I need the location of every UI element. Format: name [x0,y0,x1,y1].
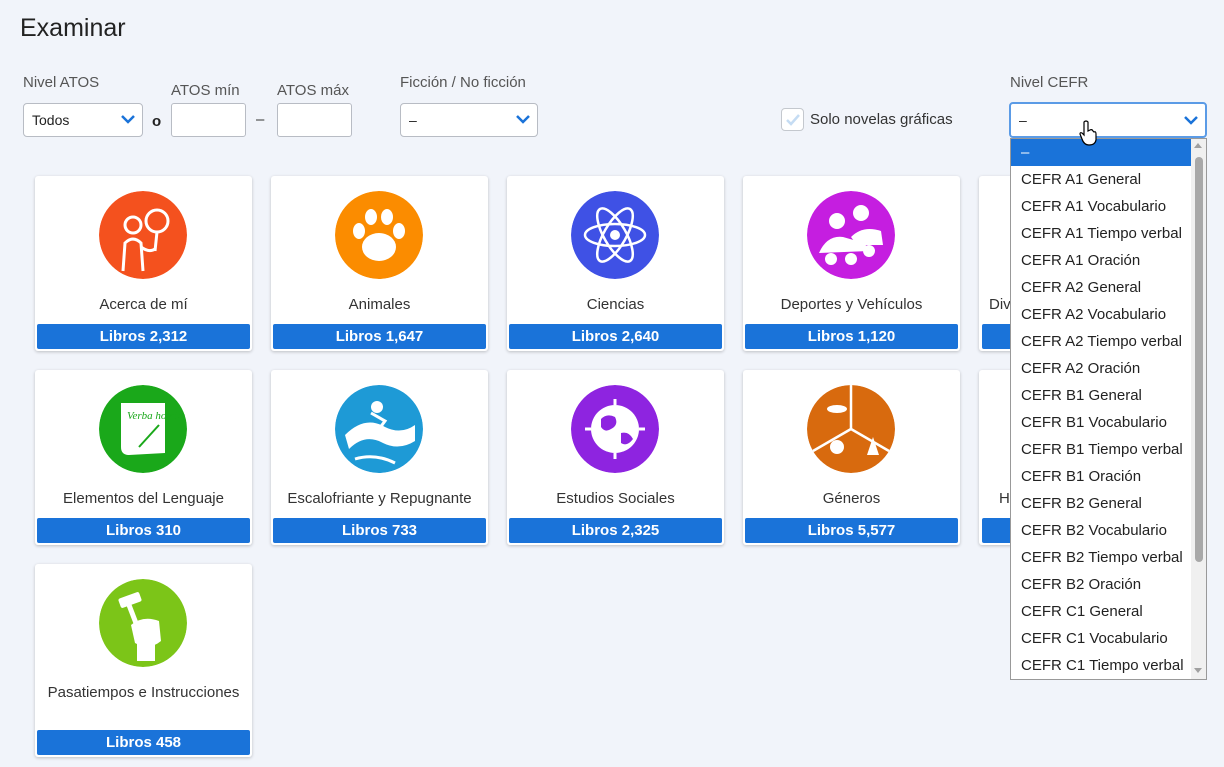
atos-max-label: ATOS máx [277,82,349,99]
category-name: Acerca de mí [99,296,188,313]
cefr-value: – [1019,112,1027,128]
category-card-deportes-y-vehiculos[interactable]: Deportes y Vehículos Libros 1,120 [743,176,960,351]
scroll-down-icon[interactable] [1194,668,1202,673]
cefr-option[interactable]: CEFR A1 General [1011,166,1192,193]
page-title: Examinar [20,14,126,42]
scroll-up-icon[interactable] [1194,143,1202,148]
category-count: Libros 5,577 [745,518,958,543]
cefr-option[interactable]: CEFR B2 Vocabulario [1011,517,1192,544]
cefr-select[interactable]: – [1009,102,1207,138]
cefr-dropdown-list[interactable]: – CEFR A1 General CEFR A1 Vocabulario CEFR … [1010,138,1207,680]
category-name: Géneros [822,490,881,507]
cefr-option[interactable]: CEFR B1 Oración [1011,463,1192,490]
atos-level-label: Nivel ATOS [23,74,100,91]
category-name: Ciencias [586,296,645,313]
cefr-option[interactable]: CEFR A1 Vocabulario [1011,193,1192,220]
cefr-option[interactable]: CEFR C1 General [1011,598,1192,625]
scroll-text: Verba hominum [127,410,187,422]
category-card-pasatiempos-e-instrucciones[interactable]: Pasatiempos e Instrucciones Libros 458 [35,564,252,757]
category-name: Pasatiempos e Instrucciones [47,684,240,701]
atos-min-label: ATOS mín [171,82,240,99]
cefr-option[interactable]: CEFR A2 Vocabulario [1011,301,1192,328]
scroll-quill-icon: Verba hominum [99,385,187,473]
category-card-animales[interactable]: Animales Libros 1,647 [271,176,488,351]
cefr-option[interactable]: CEFR C1 Vocabulario [1011,625,1192,652]
cefr-option[interactable]: CEFR A2 Oración [1011,355,1192,382]
category-count: Libros 733 [273,518,486,543]
cefr-option[interactable]: CEFR C1 Tiempo verbal [1011,652,1192,679]
atos-min-input[interactable] [171,103,246,137]
category-count: Libros 458 [37,730,250,755]
graphic-novels-option[interactable]: Solo novelas gráficas [781,108,953,131]
cefr-option[interactable]: – [1011,139,1192,166]
category-count: Libros 1,120 [745,324,958,349]
category-card-ciencias[interactable]: Ciencias Libros 2,640 [507,176,724,351]
chevron-down-icon [1184,116,1198,125]
hammer-fist-icon [99,579,187,667]
graphic-novels-checkbox[interactable] [781,108,804,131]
category-name: Escalofriante y Repugnante [287,490,472,507]
scroll-thumb[interactable] [1195,157,1203,562]
fiction-value: – [409,112,417,128]
category-name: Estudios Sociales [556,490,675,507]
atos-max-input[interactable] [277,103,352,137]
category-count: Libros 2,312 [37,324,250,349]
graphic-novels-label: Solo novelas gráficas [810,111,953,128]
paw-icon [335,191,423,279]
slime-slide-icon [335,385,423,473]
cefr-option[interactable]: CEFR B1 General [1011,382,1192,409]
category-card-generos[interactable]: Géneros Libros 5,577 [743,370,960,545]
hand-cursor-icon [1079,120,1097,146]
cefr-option[interactable]: CEFR B1 Vocabulario [1011,409,1192,436]
person-magnifier-icon [99,191,187,279]
category-count: Libros 310 [37,518,250,543]
category-count: Libros 1,647 [273,324,486,349]
category-card-acerca-de-mi[interactable]: Acerca de mí Libros 2,312 [35,176,252,351]
cefr-label: Nivel CEFR [1010,74,1089,91]
category-name: Deportes y Vehículos [780,296,923,313]
cefr-option[interactable]: CEFR A1 Tiempo verbal [1011,220,1192,247]
cefr-options: – CEFR A1 General CEFR A1 Vocabulario CEFR … [1011,139,1206,679]
or-separator: o [152,113,162,130]
category-card-estudios-sociales[interactable]: Estudios Sociales Libros 2,325 [507,370,724,545]
range-dash: – [256,111,265,128]
chevron-down-icon [121,115,135,124]
cefr-option[interactable]: CEFR B1 Tiempo verbal [1011,436,1192,463]
fiction-label: Ficción / No ficción [400,74,526,91]
category-count: Libros 2,325 [509,518,722,543]
chevron-down-icon [516,115,530,124]
atos-level-value: Todos [32,112,70,128]
cefr-option[interactable]: CEFR B2 General [1011,490,1192,517]
fiction-select[interactable]: – [400,103,538,137]
cefr-option[interactable]: CEFR A2 Tiempo verbal [1011,328,1192,355]
genres-icon [807,385,895,473]
cefr-option[interactable]: CEFR B2 Oración [1011,571,1192,598]
dropdown-scrollbar[interactable] [1191,139,1206,679]
category-card-elementos-del-lenguaje[interactable]: Verba hominum Elementos del Lenguaje Lib… [35,370,252,545]
cefr-option[interactable]: CEFR B2 Tiempo verbal [1011,544,1192,571]
category-card-escalofriante-y-repugnante[interactable]: Escalofriante y Repugnante Libros 733 [271,370,488,545]
category-count: Libros 2,640 [509,324,722,349]
race-car-icon [807,191,895,279]
cefr-option[interactable]: CEFR A2 General [1011,274,1192,301]
category-name: Elementos del Lenguaje [63,490,224,507]
atos-level-select[interactable]: Todos [23,103,143,137]
category-name: Animales [348,296,411,313]
check-icon [785,113,800,126]
globe-icon [571,385,659,473]
atom-icon [571,191,659,279]
cefr-option[interactable]: CEFR A1 Oración [1011,247,1192,274]
